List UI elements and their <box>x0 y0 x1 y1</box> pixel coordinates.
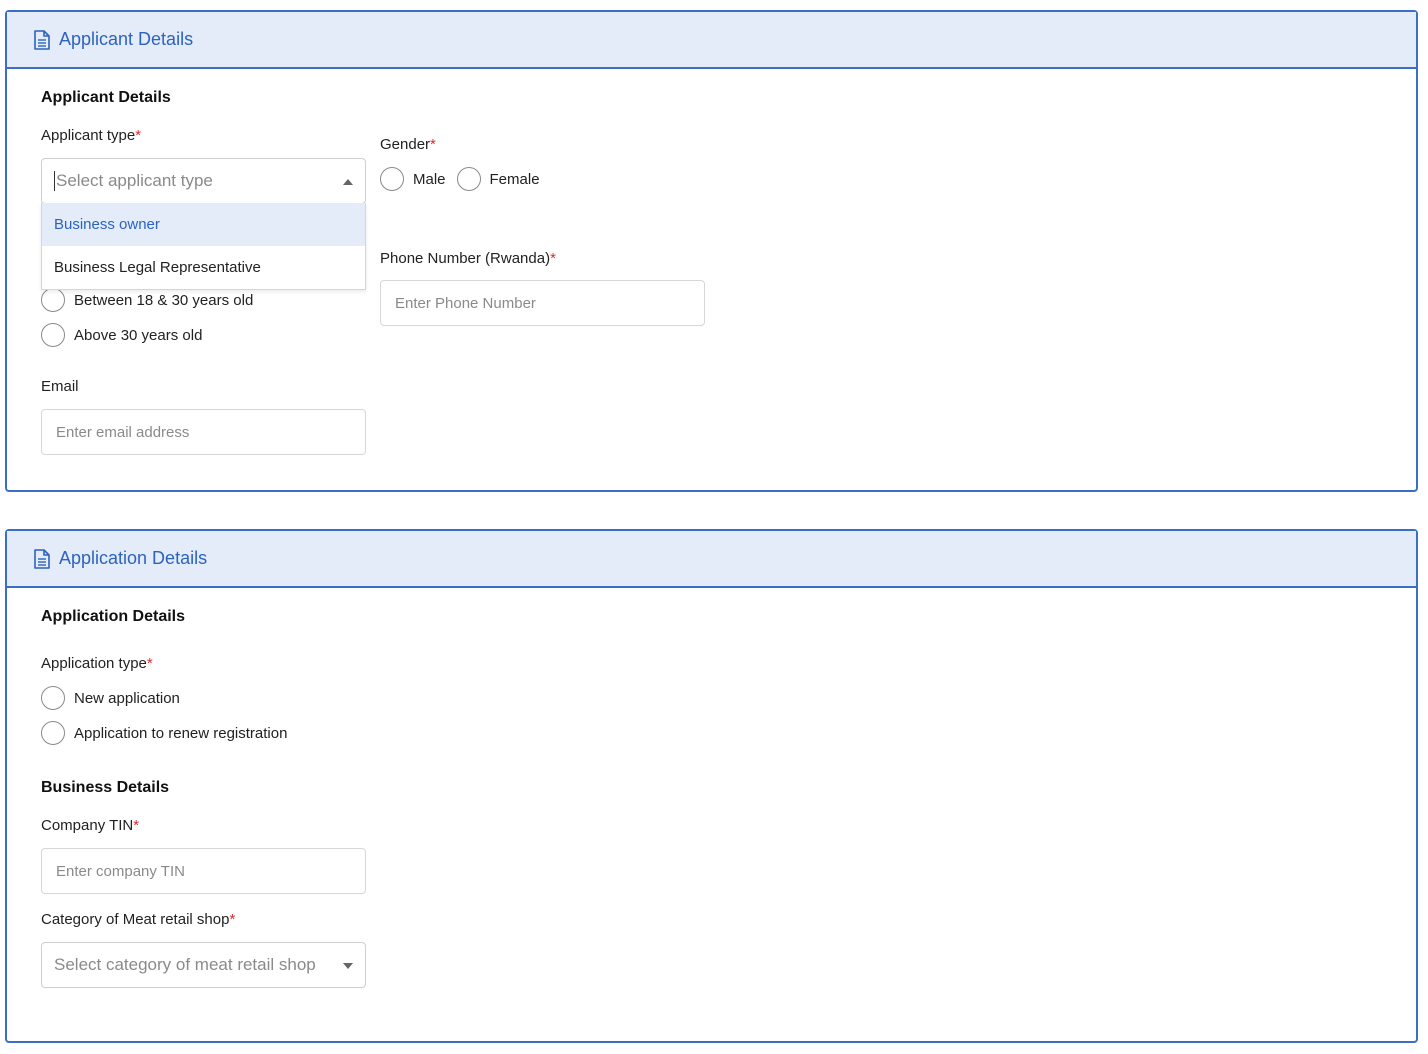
gender-options: Male Female <box>380 167 540 191</box>
radio-button-female[interactable] <box>456 167 481 191</box>
business-section-title: Business Details <box>41 779 170 796</box>
application-panel-header[interactable]: Application Details <box>7 531 1416 588</box>
applicant-type-placeholder: Select applicant type <box>56 171 213 190</box>
application-section-title: Application Details <box>41 608 186 625</box>
meat-shop-category-select[interactable]: Select category of meat retail shop <box>41 942 366 988</box>
applicant-type-select[interactable]: Select applicant type <box>41 158 366 204</box>
gender-label: Gender* <box>380 136 436 153</box>
meat-shop-category-label: Category of Meat retail shop* <box>41 911 236 928</box>
required-mark: * <box>146 655 153 672</box>
text-cursor <box>54 171 55 191</box>
gender-male-label[interactable]: Male <box>413 171 446 188</box>
application-type-label: Application type* <box>41 655 153 672</box>
phone-field[interactable]: Enter Phone Number <box>380 280 705 326</box>
applicant-type-dropdown: Business owner Business Legal Representa… <box>41 203 366 290</box>
radio-button[interactable] <box>41 288 65 312</box>
application-panel-title: Application Details <box>59 548 208 568</box>
option-business-owner[interactable]: Business owner <box>42 203 365 246</box>
application-type-new[interactable]: New application <box>41 686 180 710</box>
radio-button[interactable] <box>41 721 65 745</box>
radio-button-male[interactable] <box>380 167 404 191</box>
age-option-18-30[interactable]: Between 18 & 30 years old <box>41 288 253 312</box>
phone-label: Phone Number (Rwanda)* <box>380 250 556 267</box>
required-mark: * <box>430 136 436 153</box>
required-mark: * <box>135 127 142 144</box>
applicant-panel-header[interactable]: Applicant Details <box>7 12 1416 69</box>
applicant-panel-title: Applicant Details <box>59 29 194 49</box>
caret-down-icon[interactable] <box>343 963 353 969</box>
application-type-renew[interactable]: Application to renew registration <box>41 721 287 745</box>
company-tin-label: Company TIN* <box>41 817 140 834</box>
company-tin-field[interactable]: Enter company TIN <box>41 848 366 894</box>
document-icon <box>34 29 50 50</box>
document-icon <box>34 548 50 569</box>
radio-button[interactable] <box>41 686 65 710</box>
email-label: Email <box>41 378 79 395</box>
required-mark: * <box>229 911 236 928</box>
email-field[interactable]: Enter email address <box>41 409 366 455</box>
gender-female-label[interactable]: Female <box>490 171 540 188</box>
required-mark: * <box>133 817 140 834</box>
applicant-section-title: Applicant Details <box>41 89 171 106</box>
applicant-type-label: Applicant type* <box>41 127 142 144</box>
option-business-legal-representative[interactable]: Business Legal Representative <box>42 246 365 289</box>
radio-button[interactable] <box>41 323 65 347</box>
caret-up-icon[interactable] <box>343 179 353 185</box>
required-mark: * <box>550 250 556 267</box>
age-option-above-30[interactable]: Above 30 years old <box>41 323 202 347</box>
